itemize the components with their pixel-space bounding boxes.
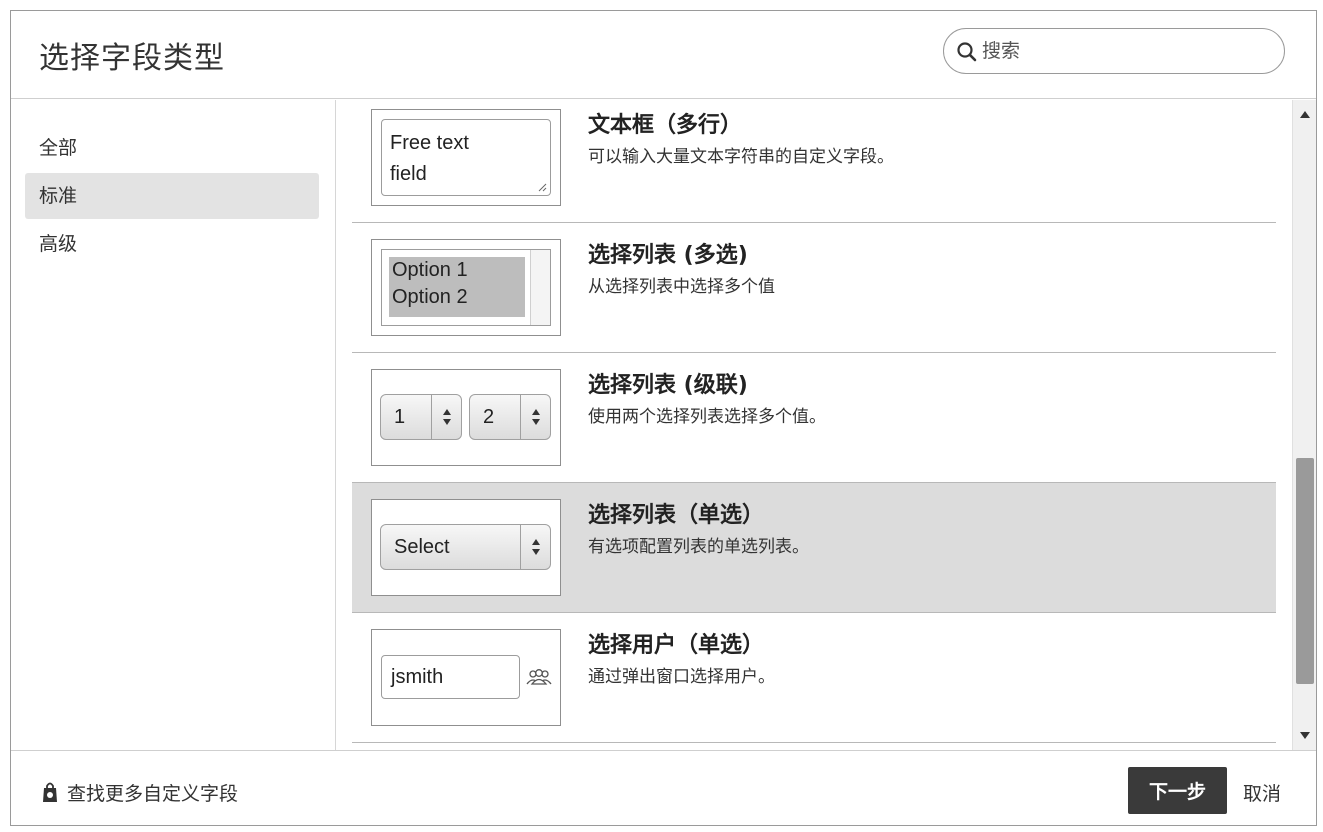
listbox-scrollbar bbox=[530, 250, 550, 325]
users-icon bbox=[526, 669, 552, 685]
search-input[interactable] bbox=[982, 37, 1272, 65]
field-name: 文本框（多行） bbox=[588, 113, 743, 138]
field-item-single-select[interactable]: Select 选择列表（单选） 有选项配置列表的单选列表。 bbox=[352, 483, 1276, 613]
dialog-footer: 查找更多自定义字段 下一步 取消 bbox=[11, 750, 1316, 825]
field-description: 通过弹出窗口选择用户。 bbox=[588, 667, 775, 687]
field-item-multi-select[interactable]: Option 1 Option 2 选择列表 (多选) 从选择列表中选择多个值 bbox=[352, 223, 1276, 353]
field-item-user-picker[interactable]: jsmith 选择用户（单选） 通过弹出窗口选择用户。 bbox=[352, 613, 1276, 743]
updown-arrows-icon bbox=[431, 395, 461, 439]
shopping-bag-icon bbox=[43, 782, 57, 802]
field-description: 有选项配置列表的单选列表。 bbox=[588, 537, 809, 557]
updown-arrows-icon bbox=[520, 395, 550, 439]
select-preview: Select bbox=[380, 524, 551, 570]
field-name: 选择列表 (级联) bbox=[588, 373, 748, 398]
select-value: 2 bbox=[483, 406, 495, 428]
field-preview: Select bbox=[371, 499, 561, 596]
dialog-header: 选择字段类型 bbox=[11, 11, 1316, 99]
field-description: 可以输入大量文本字符串的自定义字段。 bbox=[588, 147, 894, 167]
field-item-cascading-select[interactable]: 1 2 选择列表 (级联) 使用两个选择列表选择多个值。 bbox=[352, 353, 1276, 483]
field-preview: jsmith bbox=[371, 629, 561, 726]
preview-text-line: Free text bbox=[390, 132, 469, 154]
textarea-preview: Free text field bbox=[381, 119, 551, 196]
field-description: 从选择列表中选择多个值 bbox=[588, 277, 775, 297]
resize-grip-icon bbox=[538, 183, 547, 192]
sidebar-item-label: 高级 bbox=[39, 233, 78, 255]
field-name: 选择列表（单选） bbox=[588, 503, 765, 528]
field-description: 使用两个选择列表选择多个值。 bbox=[588, 407, 826, 427]
search-box[interactable] bbox=[943, 28, 1285, 74]
field-item-multiline-text[interactable]: Free text field 文本框（多行） 可以输入大量文本字符串的自定义字… bbox=[352, 100, 1276, 223]
sidebar-item-standard[interactable]: 标准 bbox=[25, 173, 319, 219]
preview-text-line: field bbox=[390, 163, 427, 185]
listbox-preview: Option 1 Option 2 bbox=[381, 249, 551, 326]
sidebar-item-label: 全部 bbox=[39, 137, 78, 159]
select-preview: 2 bbox=[469, 394, 551, 440]
field-type-dialog: 选择字段类型 全部 标准 高级 Free text field bbox=[10, 10, 1317, 826]
field-preview: Free text field bbox=[371, 109, 561, 206]
updown-arrows-icon bbox=[520, 525, 550, 569]
select-preview: 1 bbox=[380, 394, 462, 440]
listbox-options: Option 1 Option 2 bbox=[389, 257, 525, 317]
category-sidebar: 全部 标准 高级 bbox=[11, 100, 336, 750]
sidebar-item-all[interactable]: 全部 bbox=[25, 125, 319, 171]
user-input-preview: jsmith bbox=[381, 655, 520, 699]
field-type-list: Free text field 文本框（多行） 可以输入大量文本字符串的自定义字… bbox=[337, 100, 1292, 750]
sidebar-item-advanced[interactable]: 高级 bbox=[25, 221, 319, 267]
select-value: Select bbox=[394, 536, 450, 558]
next-button[interactable]: 下一步 bbox=[1128, 767, 1227, 814]
field-preview: 1 2 bbox=[371, 369, 561, 466]
field-preview: Option 1 Option 2 bbox=[371, 239, 561, 336]
field-name: 选择用户（单选） bbox=[588, 633, 765, 658]
scroll-up-arrow-icon[interactable] bbox=[1298, 108, 1312, 122]
find-more-fields-label: 查找更多自定义字段 bbox=[67, 783, 239, 805]
list-scrollbar[interactable] bbox=[1292, 100, 1316, 750]
cancel-link[interactable]: 取消 bbox=[1243, 779, 1281, 806]
listbox-option: Option 1 bbox=[392, 259, 468, 281]
find-more-fields-link[interactable]: 查找更多自定义字段 bbox=[41, 779, 238, 806]
scroll-down-arrow-icon[interactable] bbox=[1298, 728, 1312, 742]
scroll-thumb[interactable] bbox=[1296, 458, 1314, 684]
select-value: 1 bbox=[394, 406, 406, 428]
sidebar-item-label: 标准 bbox=[39, 185, 78, 207]
listbox-option: Option 2 bbox=[392, 286, 468, 308]
dialog-title: 选择字段类型 bbox=[39, 41, 225, 76]
field-name: 选择列表 (多选) bbox=[588, 243, 748, 268]
search-icon bbox=[957, 42, 977, 62]
